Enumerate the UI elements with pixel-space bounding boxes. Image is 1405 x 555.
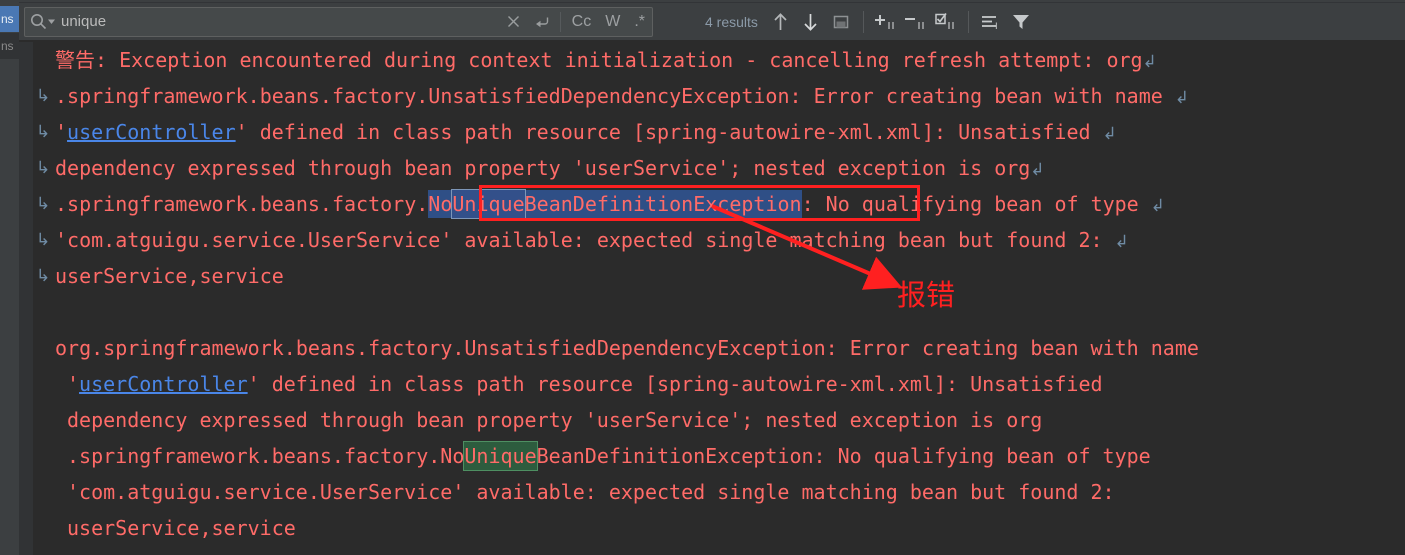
- console-gutter: [19, 42, 33, 555]
- soft-wrap-end-icon: ↲: [1030, 160, 1045, 180]
- console-text: ' defined in class path resource [spring…: [235, 120, 1103, 144]
- expand-all-icon[interactable]: [871, 7, 901, 37]
- divider: [862, 10, 864, 33]
- console-line: ↳'com.atguigu.service.UserService' avail…: [33, 222, 1405, 258]
- print-icon[interactable]: I: [976, 7, 1006, 37]
- soft-wrap-end-icon: ↲: [1150, 196, 1166, 216]
- console-text: 'com.atguigu.service.UserService' availa…: [67, 480, 1115, 504]
- console-text: ': [67, 372, 80, 396]
- console-text: userService,service: [55, 264, 284, 288]
- console-line: ↳ dependency expressed through bean prope…: [33, 150, 1405, 186]
- collapse-all-icon[interactable]: [901, 7, 931, 37]
- rail-tab-1[interactable]: ns: [0, 6, 19, 32]
- search-field[interactable]: unique Cc W .*: [24, 6, 653, 37]
- console-text: : Exception encountered during context i…: [95, 48, 1143, 72]
- select-all-icon[interactable]: [931, 7, 961, 37]
- console-text: dependency expressed through bean proper…: [55, 156, 1031, 180]
- console-line: ↳'userController' defined in class path …: [33, 114, 1405, 150]
- soft-wrap-indicator-icon: ↳: [36, 86, 51, 106]
- bean-link[interactable]: userController: [67, 120, 236, 144]
- bean-link[interactable]: userController: [79, 372, 248, 396]
- regex-toggle[interactable]: .*: [627, 8, 652, 36]
- soft-wrap-indicator-icon: ↳: [36, 158, 51, 178]
- soft-wrap-end-icon: ↲: [1102, 124, 1117, 144]
- soft-wrap-icon[interactable]: [826, 7, 856, 37]
- console-line: 'userController' defined in class path r…: [33, 366, 1405, 402]
- console-text: dependency expressed through bean proper…: [67, 408, 1043, 432]
- rail-tab-2[interactable]: ns: [0, 33, 19, 59]
- console-lines: 警告: Exception encountered during context…: [33, 42, 1405, 546]
- close-icon[interactable]: [500, 8, 528, 36]
- search-match-text: Unique: [463, 441, 538, 471]
- search-input[interactable]: unique: [59, 8, 500, 36]
- svg-text:I: I: [995, 22, 998, 32]
- soft-wrap-indicator-icon: ↳: [36, 194, 51, 214]
- console-text: org.springframework.beans.factory.Unsati…: [55, 336, 1199, 360]
- console-text: : No qualifying bean of type: [801, 192, 1151, 216]
- chevron-down-icon: [47, 19, 55, 24]
- console-line: userService,service: [33, 510, 1405, 546]
- results-count: 4 results: [705, 13, 758, 30]
- soft-wrap-end-icon: ↲: [1174, 88, 1190, 108]
- selected-text: Unique: [451, 189, 526, 219]
- soft-wrap-indicator-icon: ↳: [36, 230, 51, 250]
- divider: [559, 11, 561, 32]
- console-window: ns ns unique Cc W .* 4 results I 警告: Exc…: [0, 0, 1405, 555]
- console-line: 警告: Exception encountered during context…: [33, 42, 1405, 78]
- new-line-icon[interactable]: [528, 8, 556, 36]
- selected-text: BeanDefinitionException: [524, 190, 802, 218]
- search-icon[interactable]: [25, 8, 59, 36]
- console-text: ' defined in class path resource [spring…: [247, 372, 1103, 396]
- selected-text: No: [428, 190, 453, 218]
- console-line: ↳ .springframework.beans.factory.NoUnique…: [33, 186, 1405, 222]
- console-line: .springframework.beans.factory.NoUniqueB…: [33, 438, 1405, 474]
- filter-icon[interactable]: [1006, 7, 1036, 37]
- match-case-toggle[interactable]: Cc: [565, 8, 599, 36]
- tool-window-rail: ns ns: [0, 0, 19, 555]
- console-text: .springframework.beans.factory.Unsatisfi…: [55, 84, 1175, 108]
- console-line: org.springframework.beans.factory.Unsati…: [33, 330, 1405, 366]
- next-occurrence-icon[interactable]: [796, 7, 826, 37]
- console-text: ': [55, 120, 68, 144]
- console-text: .springframework.beans.factory.: [55, 192, 429, 216]
- console-text: BeanDefinitionException: No qualifying b…: [536, 444, 1151, 468]
- prev-occurrence-icon[interactable]: [766, 7, 796, 37]
- console-line: dependency expressed through bean proper…: [33, 402, 1405, 438]
- soft-wrap-indicator-icon: ↳: [36, 266, 51, 286]
- search-toolbar: unique Cc W .* 4 results I: [19, 3, 1405, 41]
- soft-wrap-end-icon: ↲: [1142, 52, 1157, 72]
- console-text: userService,service: [67, 516, 296, 540]
- words-toggle[interactable]: W: [598, 8, 627, 36]
- console-line: 'com.atguigu.service.UserService' availa…: [33, 474, 1405, 510]
- console-text: 'com.atguigu.service.UserService' availa…: [55, 228, 1115, 252]
- soft-wrap-indicator-icon: ↳: [36, 122, 51, 142]
- console-line: ↳ .springframework.beans.factory.Unsatisf…: [33, 78, 1405, 114]
- soft-wrap-end-icon: ↲: [1114, 232, 1129, 252]
- console-text: .springframework.beans.factory.No: [67, 444, 465, 468]
- divider: [967, 10, 969, 33]
- console-text: 警告: [55, 48, 95, 72]
- annotation-label: 报错: [897, 278, 956, 312]
- console-output[interactable]: 警告: Exception encountered during context…: [19, 42, 1405, 555]
- console-line: ↳ userService,service: [33, 258, 1405, 294]
